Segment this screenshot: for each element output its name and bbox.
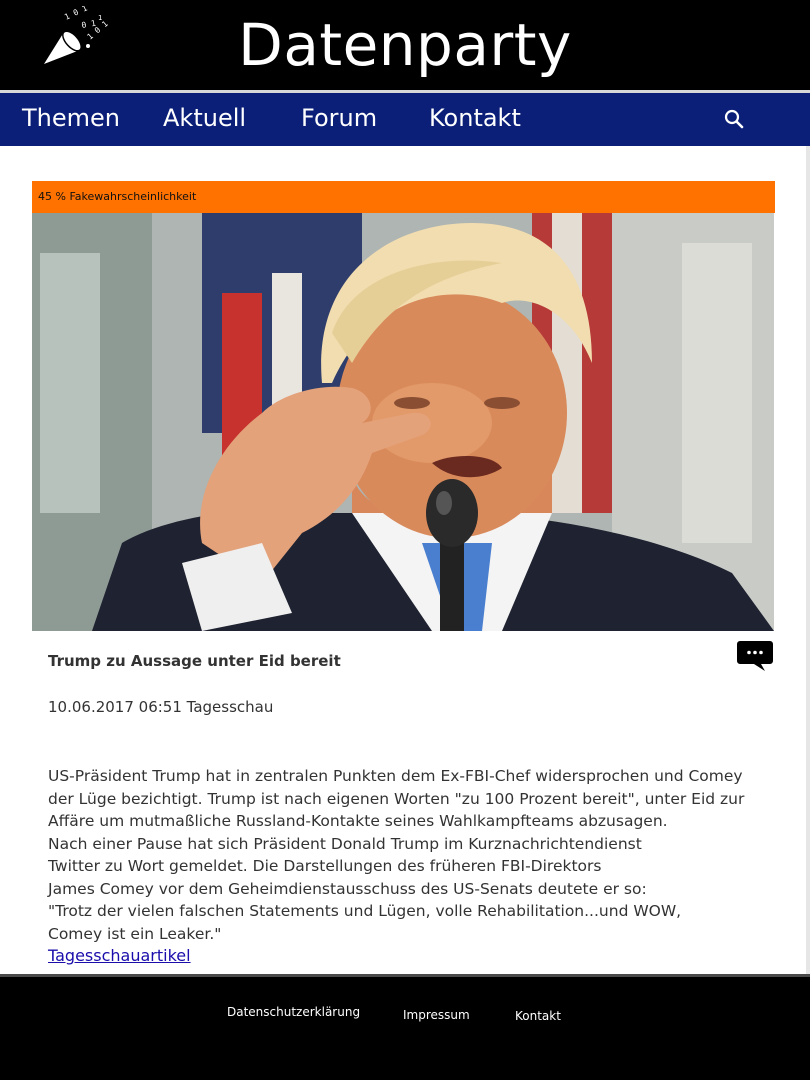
site-header: 1 0 1 0 1 1 0 1 1 Datenparty xyxy=(0,0,810,90)
article-body: US-Präsident Trump hat in zentralen Punk… xyxy=(48,765,788,945)
article-body-line: Nach einer Pause hat sich Präsident Dona… xyxy=(48,834,642,853)
footer-link-kontakt[interactable]: Kontakt xyxy=(515,1009,561,1023)
fake-probability-badge: 45 % Fakewahrscheinlichkeit xyxy=(32,181,775,213)
nav-item-aktuell[interactable]: Aktuell xyxy=(163,103,246,133)
article-meta: 10.06.2017 06:51 Tagesschau xyxy=(48,698,274,716)
nav-item-themen[interactable]: Themen xyxy=(22,103,120,133)
source-article-link[interactable]: Tagesschauartikel xyxy=(48,946,191,965)
site-title: Datenparty xyxy=(238,11,572,79)
article-body-line: Comey ist ein Leaker." xyxy=(48,924,222,943)
footer-link-impressum[interactable]: Impressum xyxy=(403,1008,470,1022)
fake-probability-label: 45 % Fakewahrscheinlichkeit xyxy=(38,190,197,203)
nav-item-forum[interactable]: Forum xyxy=(301,103,377,133)
site-footer: Datenschutzerklärung Impressum Kontakt xyxy=(0,977,810,1080)
nav-item-kontakt[interactable]: Kontakt xyxy=(429,103,521,133)
article-body-line: Twitter zu Wort gemeldet. Die Darstellun… xyxy=(48,857,602,875)
article-body-line: Affäre um mutmaßliche Russland-Kontakte … xyxy=(48,812,668,830)
article-body-line: US-Präsident Trump hat in zentralen Punk… xyxy=(48,767,743,785)
main-nav: Themen Aktuell Forum Kontakt xyxy=(0,90,810,146)
article-body-line: James Comey vor dem Geheimdienstausschus… xyxy=(48,879,647,898)
article-photo xyxy=(32,213,774,631)
article-title: Trump zu Aussage unter Eid bereit xyxy=(48,652,341,670)
content-edge xyxy=(806,146,810,976)
search-icon[interactable] xyxy=(722,107,746,131)
speech-bubble-icon[interactable] xyxy=(737,639,773,671)
footer-link-datenschutz[interactable]: Datenschutzerklärung xyxy=(227,1005,360,1019)
article-body-line: der Lüge bezichtigt. Trump ist nach eige… xyxy=(48,789,745,808)
article-photo-illustration xyxy=(32,213,774,631)
article-body-line: "Trotz der vielen falschen Statements un… xyxy=(48,902,682,920)
